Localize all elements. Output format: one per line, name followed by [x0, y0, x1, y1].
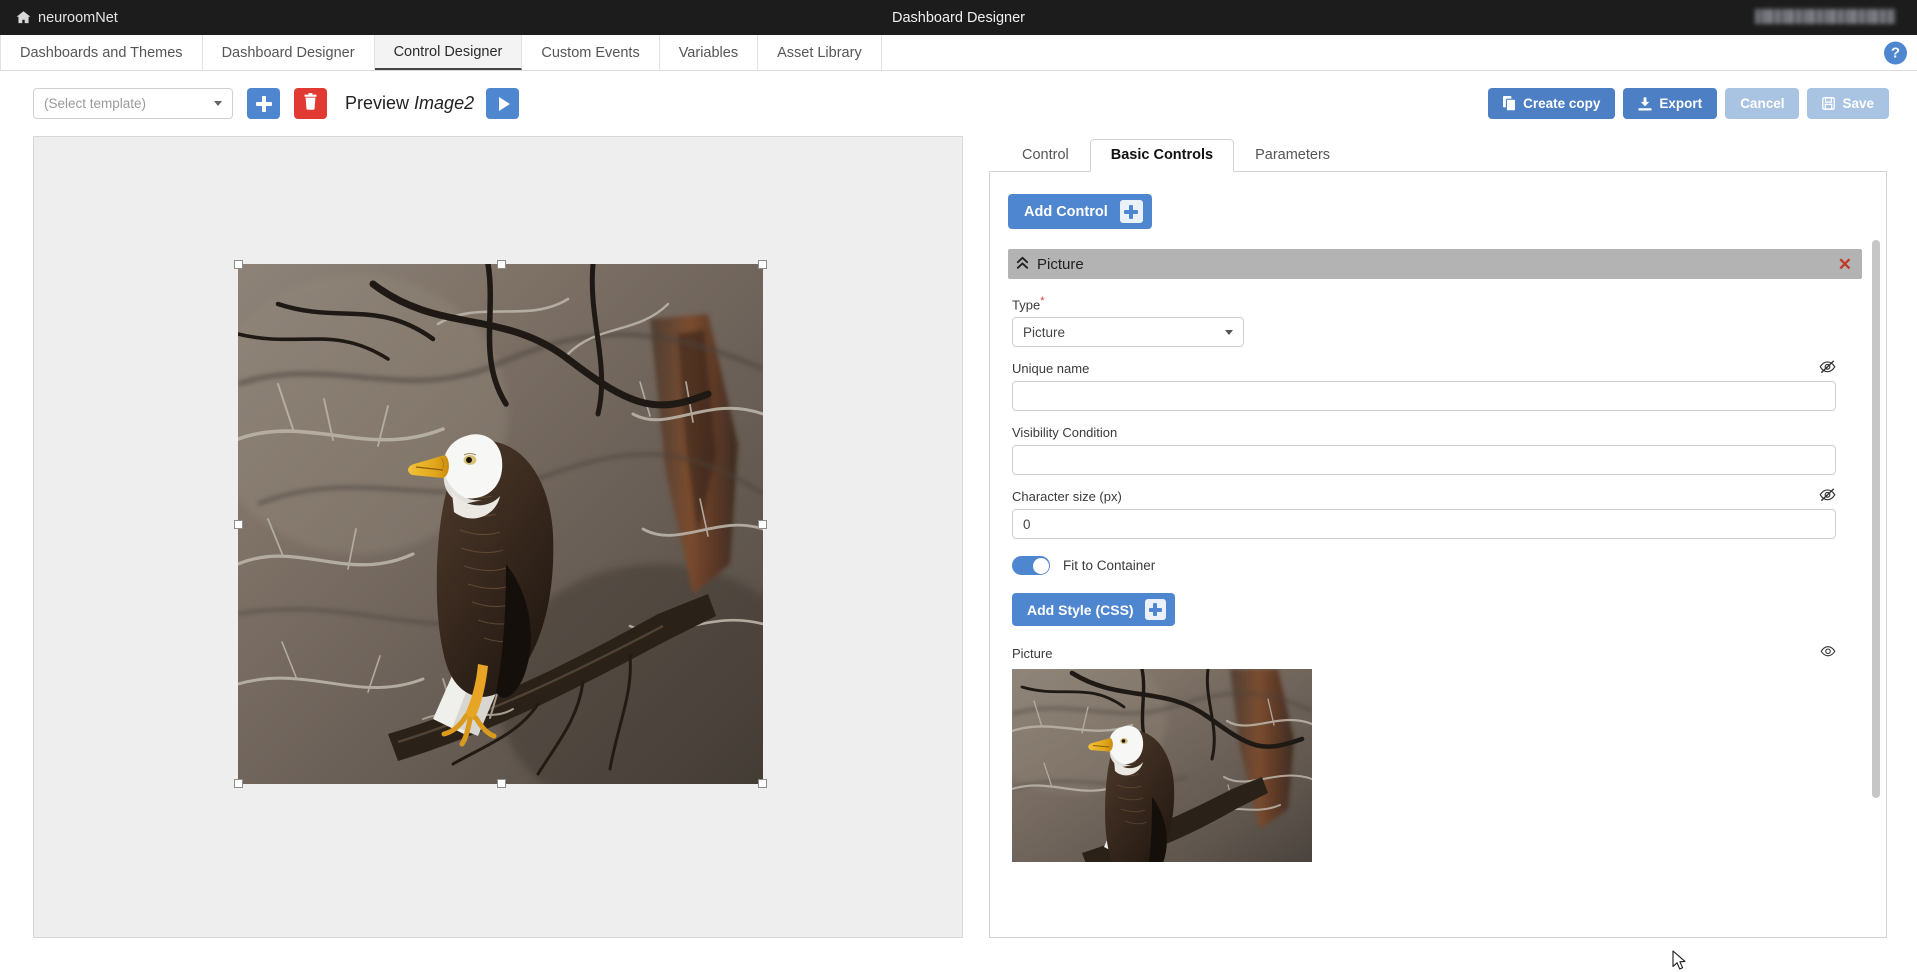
toggle-knob [1033, 558, 1049, 574]
control-properties-form: Type* Picture Unique name [1008, 291, 1862, 924]
add-style-css-label: Add Style (CSS) [1027, 602, 1134, 618]
template-select-value: (Select template) [44, 96, 146, 111]
resize-handle-ne[interactable] [758, 260, 767, 269]
save-label: Save [1842, 96, 1874, 111]
field-unique-name: Unique name [1012, 361, 1836, 411]
field-type-label: Type* [1012, 295, 1836, 312]
required-marker: * [1040, 295, 1044, 307]
resize-handle-sw[interactable] [234, 779, 243, 788]
canvas-picture-image [238, 264, 763, 784]
properties-panel: Control Basic Controls Parameters Add Co… [989, 136, 1887, 938]
field-fit-to-container: Fit to Container [1012, 556, 1836, 575]
add-style-css-button[interactable]: Add Style (CSS) [1012, 593, 1175, 626]
nav-tab-control-designer[interactable]: Control Designer [375, 35, 523, 70]
field-visibility-label: Visibility Condition [1012, 425, 1836, 440]
designer-toolbar: (Select template) Preview Image2 [0, 71, 1917, 136]
close-icon[interactable]: ✕ [1838, 256, 1852, 273]
copy-icon [1503, 96, 1516, 111]
top-bar: neuroomNet Dashboard Designer [0, 0, 1917, 35]
preview-title: Preview Image2 [345, 93, 474, 114]
create-copy-button[interactable]: Create copy [1488, 88, 1615, 119]
help-icon[interactable]: ? [1884, 41, 1907, 64]
field-character-size-label: Character size (px) [1012, 489, 1836, 504]
control-section-header[interactable]: Picture ✕ [1008, 249, 1862, 279]
play-icon [499, 97, 510, 111]
field-character-size: Character size (px) [1012, 489, 1836, 539]
resize-handle-s[interactable] [497, 779, 506, 788]
primary-nav: Dashboards and Themes Dashboard Designer… [0, 35, 1917, 71]
resize-handle-se[interactable] [758, 779, 767, 788]
preview-prefix: Preview [345, 93, 409, 113]
design-canvas[interactable] [33, 136, 963, 938]
nav-tab-variables[interactable]: Variables [660, 35, 758, 70]
tab-parameters[interactable]: Parameters [1234, 139, 1351, 172]
create-copy-label: Create copy [1523, 96, 1600, 111]
resize-handle-e[interactable] [758, 520, 767, 529]
add-control-template-button[interactable] [247, 88, 280, 119]
control-section-title: Picture [1037, 256, 1084, 273]
trash-icon [303, 93, 318, 115]
app-title: Dashboard Designer [0, 10, 1917, 26]
eye-icon[interactable] [1820, 644, 1836, 663]
chevron-down-icon [214, 101, 222, 106]
panel-content: Add Control Picture ✕ Type* Picture [989, 172, 1887, 938]
unique-name-input[interactable] [1012, 381, 1836, 411]
save-button[interactable]: Save [1807, 88, 1889, 119]
brand-label: neuroomNet [38, 10, 118, 26]
field-unique-name-label: Unique name [1012, 361, 1836, 376]
eye-off-icon[interactable] [1819, 359, 1836, 379]
add-control-button[interactable]: Add Control [1008, 194, 1152, 229]
cancel-button[interactable]: Cancel [1725, 88, 1799, 119]
type-select[interactable]: Picture [1012, 317, 1244, 347]
plus-icon [256, 96, 272, 112]
save-icon [1822, 97, 1835, 110]
fit-to-container-toggle[interactable] [1012, 556, 1050, 575]
resize-handle-n[interactable] [497, 260, 506, 269]
nav-tab-dashboard-designer[interactable]: Dashboard Designer [203, 35, 375, 70]
visibility-condition-input[interactable] [1012, 445, 1836, 475]
field-visibility-condition: Visibility Condition [1012, 425, 1836, 475]
home-icon [16, 10, 31, 25]
user-account-label[interactable] [1755, 9, 1895, 24]
cancel-label: Cancel [1740, 96, 1784, 111]
plus-icon [1145, 599, 1166, 620]
delete-template-button[interactable] [294, 88, 327, 119]
panel-tab-bar: Control Basic Controls Parameters [989, 136, 1887, 172]
fit-to-container-label: Fit to Container [1063, 558, 1155, 573]
resize-handle-nw[interactable] [234, 260, 243, 269]
main-area: Control Basic Controls Parameters Add Co… [0, 136, 1917, 968]
resize-handle-w[interactable] [234, 520, 243, 529]
preview-control-name: Image2 [414, 93, 474, 113]
character-size-input[interactable] [1012, 509, 1836, 539]
chevron-down-icon [1225, 330, 1233, 335]
add-control-label: Add Control [1024, 204, 1108, 220]
template-select[interactable]: (Select template) [33, 88, 233, 119]
field-picture-label: Picture [1012, 646, 1836, 661]
tab-basic-controls[interactable]: Basic Controls [1090, 139, 1234, 172]
nav-tab-asset-library[interactable]: Asset Library [758, 35, 882, 70]
field-type: Type* Picture [1012, 295, 1836, 347]
tab-control[interactable]: Control [1001, 139, 1090, 172]
plus-icon [1120, 200, 1143, 223]
type-select-value: Picture [1023, 325, 1065, 340]
selected-picture-control[interactable] [238, 264, 763, 784]
brand-home-link[interactable]: neuroomNet [16, 10, 118, 26]
download-icon [1638, 97, 1652, 111]
field-type-label-text: Type [1012, 297, 1040, 312]
picture-thumbnail[interactable] [1012, 669, 1312, 862]
panel-scrollbar[interactable] [1872, 240, 1880, 798]
nav-tab-custom-events[interactable]: Custom Events [522, 35, 659, 70]
export-button[interactable]: Export [1623, 88, 1717, 119]
export-label: Export [1659, 96, 1702, 111]
eye-off-icon[interactable] [1819, 487, 1836, 507]
field-picture: Picture [1012, 646, 1836, 862]
chevron-double-up-icon[interactable] [1016, 256, 1029, 272]
run-preview-button[interactable] [486, 88, 519, 119]
nav-tab-dashboards-and-themes[interactable]: Dashboards and Themes [0, 35, 203, 70]
toolbar-actions: Create copy Export Cancel [1488, 88, 1889, 119]
